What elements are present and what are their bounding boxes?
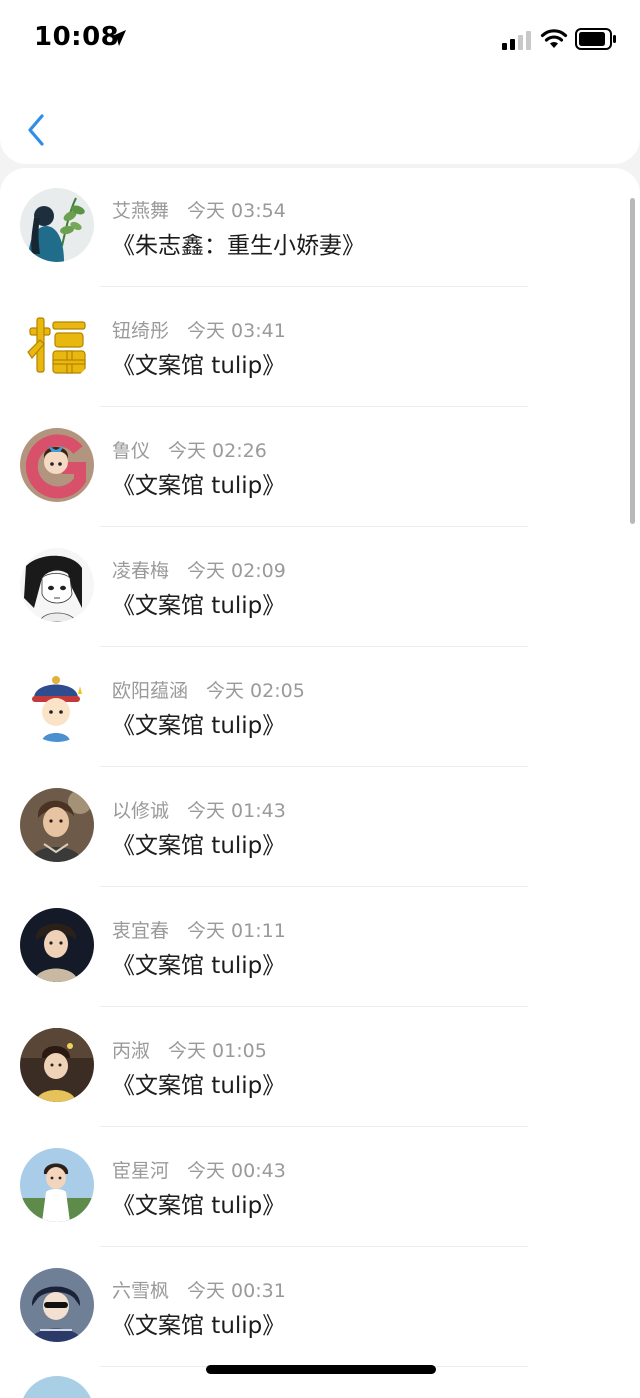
scrollbar[interactable]	[630, 198, 635, 524]
comment-row[interactable]: 丙淑 今天 01:05 《文案馆 tulip》	[0, 1008, 640, 1128]
comment-time: 今天 00:31	[187, 1280, 286, 1302]
wifi-icon	[540, 29, 568, 48]
comment-text: 《文案馆 tulip》	[112, 473, 286, 499]
divider	[100, 646, 528, 647]
comment-text: 《文案馆 tulip》	[112, 593, 286, 619]
chevron-left-icon	[28, 114, 44, 146]
commenter-name[interactable]: 衷宜春	[112, 920, 169, 942]
comment-time: 今天 01:05	[168, 1040, 267, 1062]
comment-text: 《文案馆 tulip》	[112, 1313, 286, 1339]
header-bar: 10:08	[0, 0, 640, 164]
user-avatar[interactable]	[20, 1376, 94, 1398]
comment-time: 今天 03:54	[187, 200, 286, 222]
comment-meta: 艾燕舞 今天 03:54	[112, 196, 286, 223]
comment-text: 《文案馆 tulip》	[112, 353, 286, 379]
comment-meta: 钮绮彤 今天 03:41	[112, 316, 286, 343]
comment-meta: 宦星河 今天 00:43	[112, 1156, 286, 1183]
comment-time: 今天 02:26	[168, 440, 267, 462]
divider	[100, 1006, 528, 1007]
user-avatar[interactable]	[20, 428, 94, 502]
comment-text: 《文案馆 tulip》	[112, 1193, 286, 1219]
home-indicator[interactable]	[206, 1365, 436, 1374]
user-avatar[interactable]	[20, 308, 94, 382]
comment-row[interactable]: 以修诚 今天 01:43 《文案馆 tulip》	[0, 768, 640, 888]
comment-list: 艾燕舞 今天 03:54 《朱志鑫：重生小娇妻》 钮绮彤 今天 03:41 《文…	[0, 168, 640, 1398]
comment-text: 《文案馆 tulip》	[112, 713, 286, 739]
user-avatar[interactable]	[20, 668, 94, 742]
comment-row[interactable]: 鲁仪 今天 02:26 《文案馆 tulip》	[0, 408, 640, 528]
comment-row[interactable]: 欧阳蕴涵 今天 02:05 《文案馆 tulip》	[0, 648, 640, 768]
divider	[100, 1246, 528, 1247]
user-avatar[interactable]	[20, 908, 94, 982]
commenter-name[interactable]: 以修诚	[112, 800, 169, 822]
comment-row[interactable]: 衷宜春 今天 01:11 《文案馆 tulip》	[0, 888, 640, 1008]
status-bar: 10:08	[0, 0, 640, 80]
commenter-name[interactable]: 宦星河	[112, 1160, 169, 1182]
divider	[100, 886, 528, 887]
commenter-name[interactable]: 鲁仪	[112, 440, 150, 462]
divider	[100, 406, 528, 407]
divider	[100, 526, 528, 527]
comment-text: 《文案馆 tulip》	[112, 1073, 286, 1099]
back-button[interactable]	[20, 108, 52, 152]
cellular-signal-icon	[502, 31, 531, 50]
comment-time: 今天 03:41	[187, 320, 286, 342]
commenter-name[interactable]: 凌春梅	[112, 560, 169, 582]
comment-time: 今天 01:43	[187, 800, 286, 822]
comment-text: 《朱志鑫：重生小娇妻》	[112, 233, 365, 259]
battery-icon	[575, 28, 616, 50]
comment-meta: 丙淑 今天 01:05	[112, 1036, 267, 1063]
user-avatar[interactable]	[20, 1028, 94, 1102]
comment-meta: 欧阳蕴涵 今天 02:05	[112, 676, 305, 703]
comment-time: 今天 00:43	[187, 1160, 286, 1182]
comment-row[interactable]: 六雪枫 今天 00:31 《文案馆 tulip》	[0, 1248, 640, 1368]
comment-meta: 鲁仪 今天 02:26	[112, 436, 267, 463]
commenter-name[interactable]: 丙淑	[112, 1040, 150, 1062]
divider	[100, 286, 528, 287]
commenter-name[interactable]: 钮绮彤	[112, 320, 169, 342]
comment-row[interactable]: 凌春梅 今天 02:09 《文案馆 tulip》	[0, 528, 640, 648]
comment-meta: 衷宜春 今天 01:11	[112, 916, 286, 943]
user-avatar[interactable]	[20, 548, 94, 622]
comment-meta: 凌春梅 今天 02:09	[112, 556, 286, 583]
comment-time: 今天 02:05	[206, 680, 305, 702]
status-time: 10:08	[34, 22, 120, 52]
comment-text: 《文案馆 tulip》	[112, 953, 286, 979]
user-avatar[interactable]	[20, 1268, 94, 1342]
comment-time: 今天 02:09	[187, 560, 286, 582]
location-arrow-icon	[110, 30, 126, 46]
user-avatar[interactable]	[20, 1148, 94, 1222]
comment-meta: 六雪枫 今天 00:31	[112, 1276, 286, 1303]
user-avatar[interactable]	[20, 188, 94, 262]
divider	[100, 1126, 528, 1127]
user-avatar[interactable]	[20, 788, 94, 862]
comment-row[interactable]: 钮绮彤 今天 03:41 《文案馆 tulip》	[0, 288, 640, 408]
comment-row[interactable]: 宦星河 今天 00:43 《文案馆 tulip》	[0, 1128, 640, 1248]
commenter-name[interactable]: 欧阳蕴涵	[112, 680, 188, 702]
commenter-name[interactable]: 六雪枫	[112, 1280, 169, 1302]
comment-row[interactable]: 艾燕舞 今天 03:54 《朱志鑫：重生小娇妻》	[0, 168, 640, 288]
comment-text: 《文案馆 tulip》	[112, 833, 286, 859]
comment-time: 今天 01:11	[187, 920, 286, 942]
commenter-name[interactable]: 艾燕舞	[112, 200, 169, 222]
comment-meta: 以修诚 今天 01:43	[112, 796, 286, 823]
divider	[100, 766, 528, 767]
